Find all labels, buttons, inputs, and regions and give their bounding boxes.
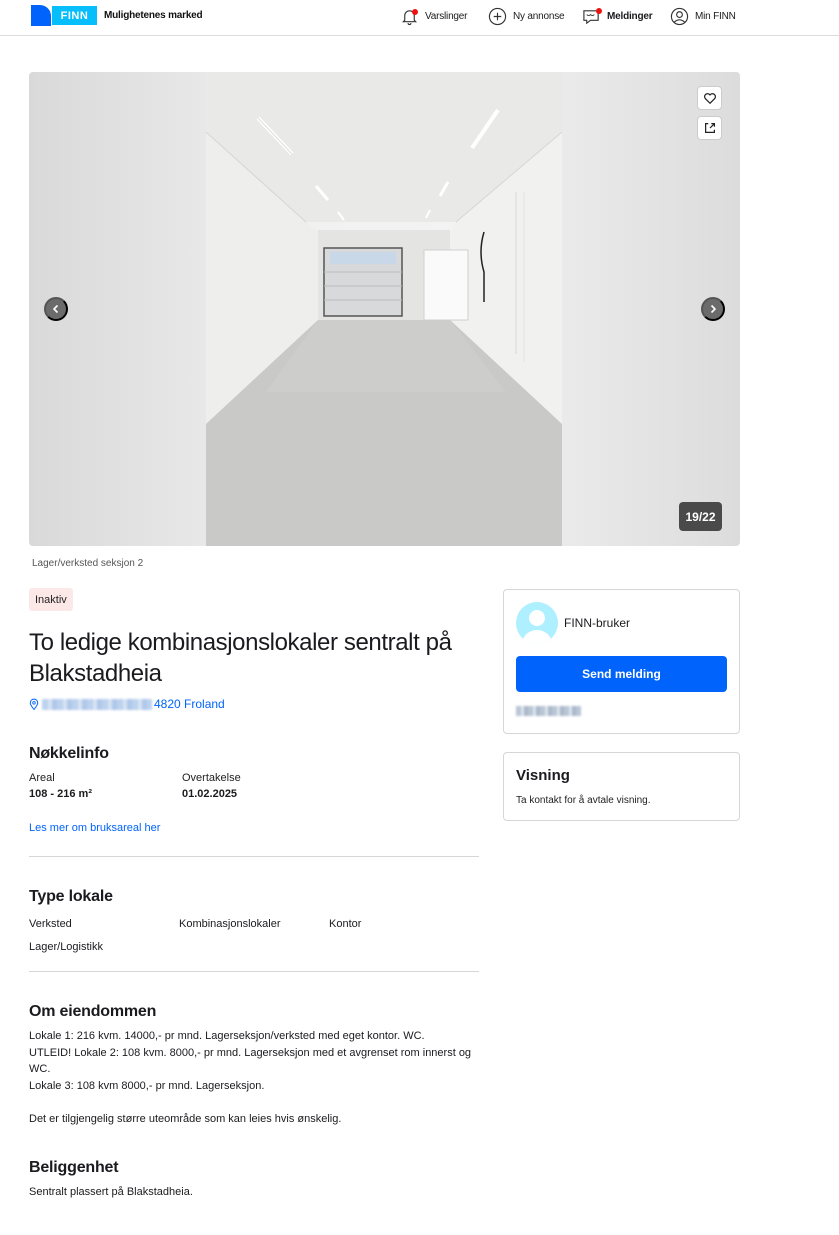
area-value: 108 - 216 m² (29, 788, 92, 800)
viewing-heading: Visning (516, 767, 570, 784)
nav-messages-label: Meldinger (607, 10, 653, 22)
property-line: UTLEID! Lokale 2: 108 kvm. 8000,- pr mnd… (29, 1046, 472, 1076)
type-item: Kombinasjonslokaler (179, 918, 281, 930)
nav-new-ad[interactable]: Ny annonse (488, 5, 565, 27)
image-counter: 19/22 (679, 502, 722, 531)
address-redacted (42, 698, 152, 710)
nav-alerts-label: Varslinger (425, 10, 468, 22)
image-caption: Lager/verksted seksjon 2 (32, 558, 144, 569)
finn-logo[interactable]: FINN (31, 5, 97, 26)
address-text: 4820 Froland (154, 697, 225, 711)
location-heading: Beliggenhet (29, 1159, 119, 1176)
property-heading: Om eiendommen (29, 1003, 157, 1020)
listing-title: To ledige kombinasjonslokaler sentralt p… (29, 629, 452, 687)
user-avatar-icon (522, 610, 552, 644)
finn-logo-text: FINN (60, 9, 89, 22)
nav-alerts[interactable]: Varslinger (400, 5, 467, 27)
finn-logo-box: FINN (52, 6, 97, 25)
previous-image-button[interactable] (44, 297, 68, 321)
message-icon (582, 7, 602, 26)
seller-card: FINN-bruker Send melding (503, 589, 740, 734)
chevron-right-icon (710, 304, 717, 314)
nav-my-finn[interactable]: Min FINN (670, 5, 736, 27)
takeover-value: 01.02.2025 (182, 788, 238, 800)
user-circle-icon (670, 7, 689, 26)
avatar (516, 602, 558, 644)
takeover-label: Overtakelse (182, 772, 241, 784)
property-line: Lokale 1: 216 kvm. 14000,- pr mnd. Lager… (29, 1030, 425, 1042)
nav-new-ad-label: Ny annonse (513, 10, 565, 22)
key-info-heading: Nøkkelinfo (29, 745, 109, 762)
chevron-left-icon (52, 304, 59, 314)
divider (29, 856, 479, 857)
nav-my-finn-label: Min FINN (695, 10, 736, 22)
property-extra: Det er tilgjengelig større uteområde som… (29, 1113, 342, 1125)
location-text: Sentralt plassert på Blakstadheia. (29, 1186, 193, 1198)
property-line: Lokale 3: 108 kvm 8000,- pr mnd. Lagerse… (29, 1079, 265, 1092)
type-item: Kontor (329, 918, 362, 930)
bell-icon (400, 7, 419, 26)
share-icon (704, 123, 715, 133)
address-link[interactable]: 4820 Froland (29, 697, 225, 711)
viewing-text: Ta kontakt for å avtale visning. (516, 795, 651, 806)
property-type-heading: Type lokale (29, 888, 113, 905)
plus-circle-icon (488, 7, 507, 26)
nav-messages[interactable]: Meldinger (582, 5, 653, 27)
top-navigation-bar: FINN Mulighetenes marked Varslinger Ny a… (0, 0, 839, 36)
map-pin-icon (29, 698, 39, 710)
phone-redacted (516, 706, 581, 716)
listing-photo[interactable] (206, 72, 562, 546)
type-item: Verksted (29, 918, 72, 930)
heart-icon (703, 93, 716, 105)
viewing-card: Visning Ta kontakt for å avtale visning. (503, 752, 740, 821)
usable-area-link[interactable]: Les mer om bruksareal her (29, 822, 160, 834)
site-tagline: Mulighetenes marked (104, 10, 203, 21)
next-image-button[interactable] (701, 297, 725, 321)
send-message-button[interactable]: Send melding (516, 656, 727, 692)
favorite-button[interactable] (697, 86, 722, 110)
share-button[interactable] (697, 116, 722, 140)
type-item: Lager/Logistikk (29, 941, 103, 953)
status-badge: Inaktiv (29, 588, 73, 611)
property-description: Lokale 1: 216 kvm. 14000,- pr mnd. Lager… (29, 1028, 481, 1094)
divider (29, 971, 479, 972)
finn-logo-mark (31, 5, 51, 26)
seller-name: FINN-bruker (564, 616, 631, 630)
area-label: Areal (29, 772, 55, 784)
image-gallery[interactable]: 19/22 (29, 72, 740, 546)
